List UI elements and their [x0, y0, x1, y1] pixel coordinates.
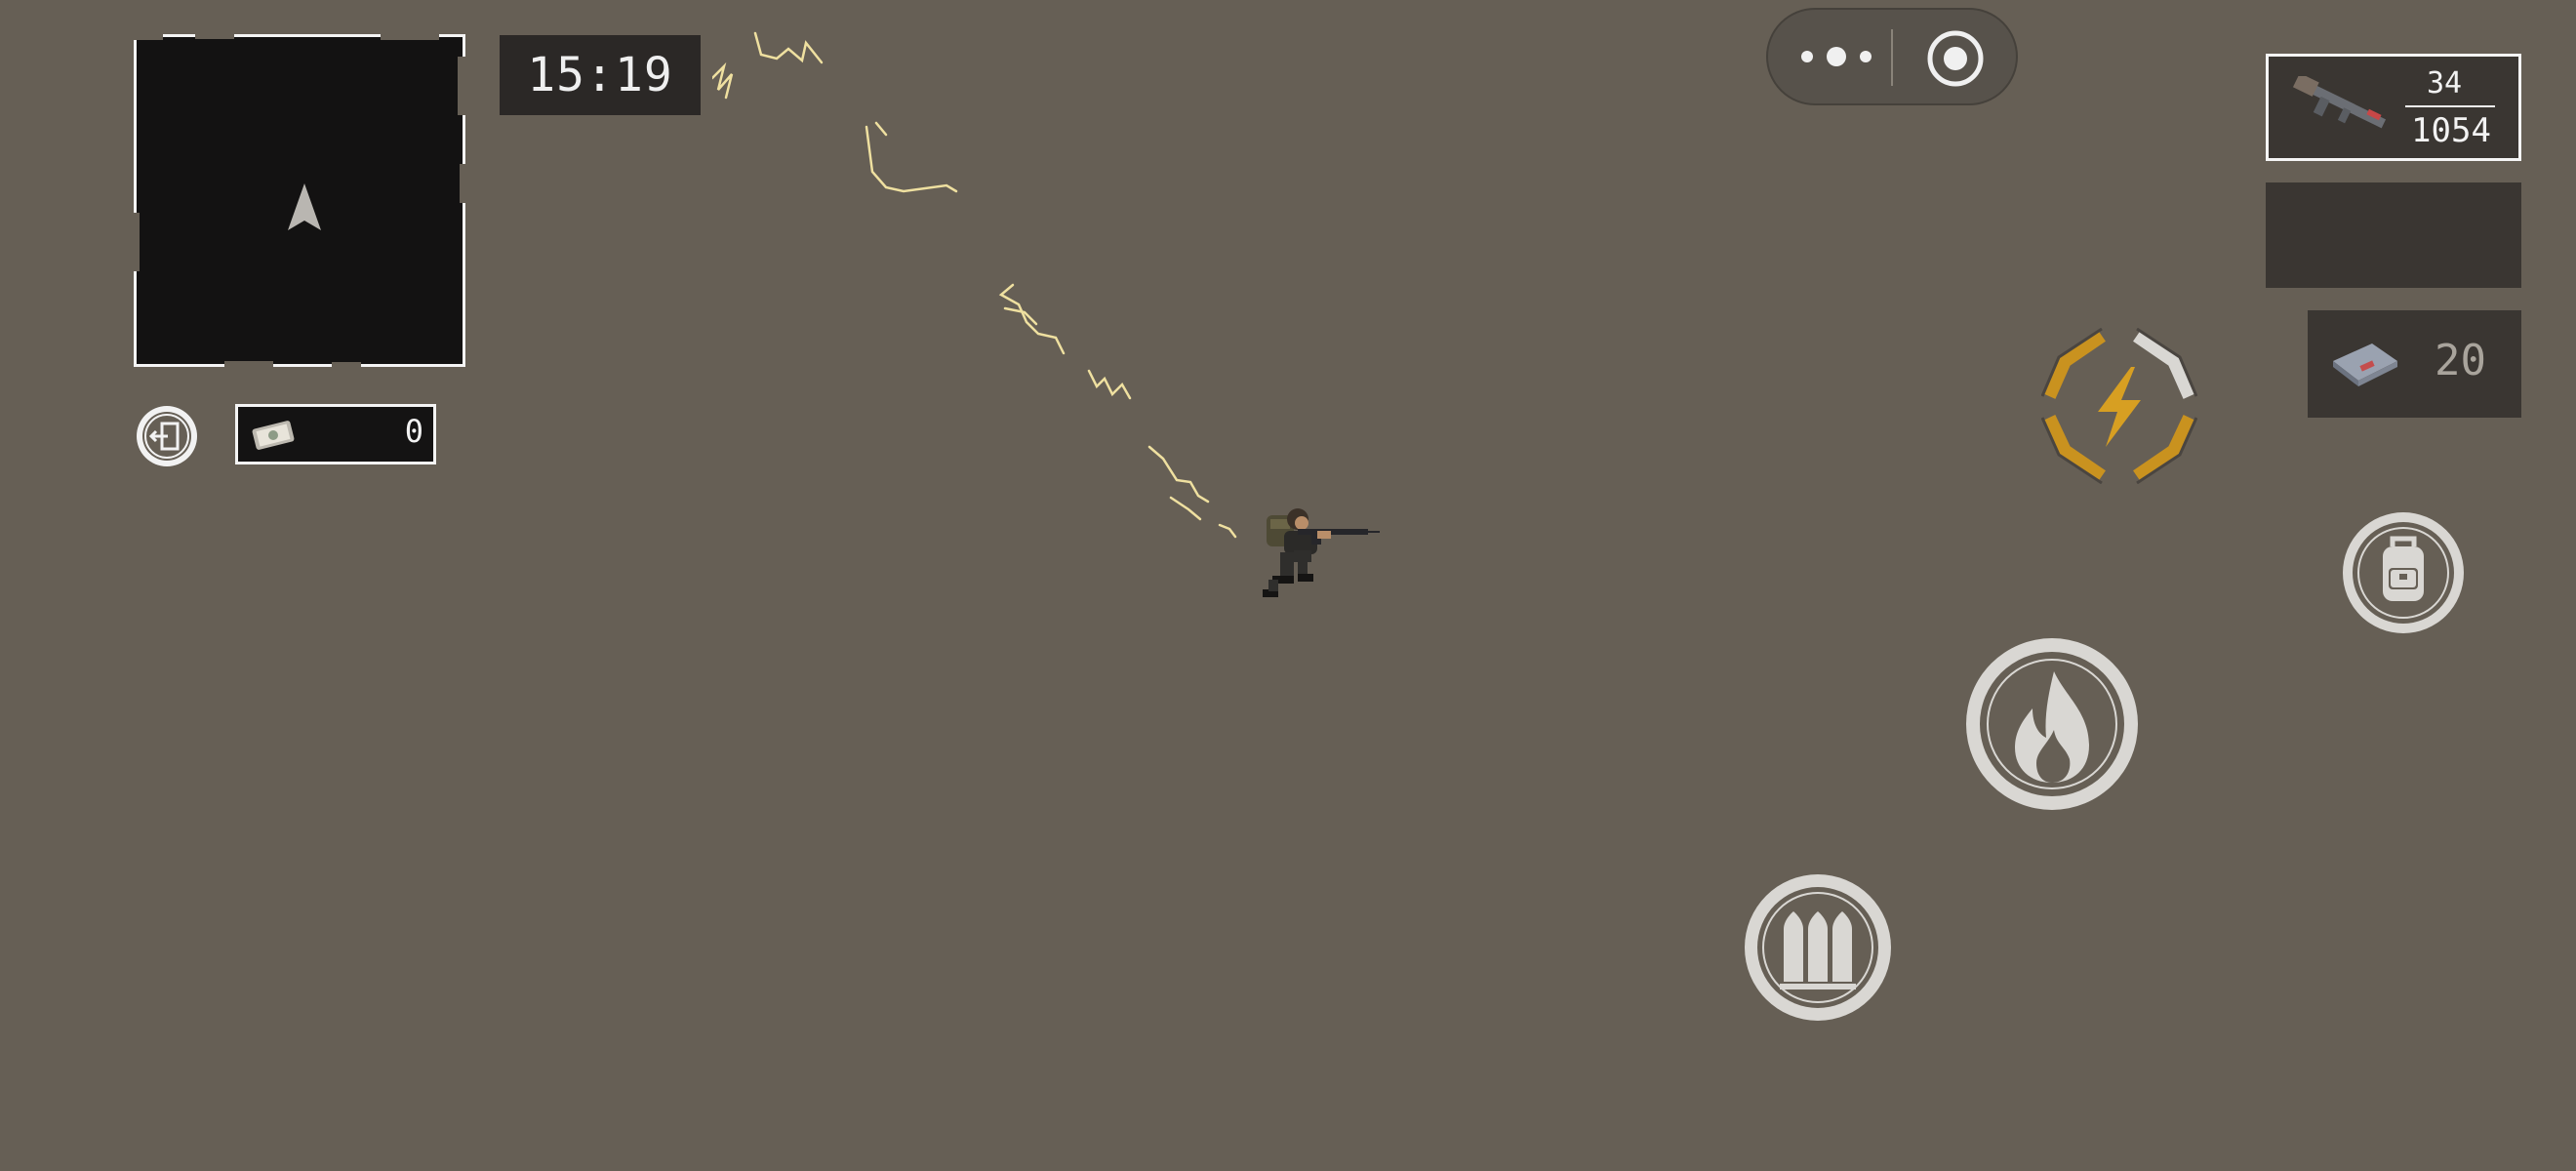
- match-timer: 15:19: [500, 35, 701, 115]
- player-character: [1263, 508, 1380, 597]
- target-circle-icon[interactable]: [1926, 29, 1985, 88]
- item-count: 20: [2435, 336, 2486, 385]
- bullet-trail: [712, 31, 1237, 539]
- ammo-pack-icon: [2333, 343, 2397, 386]
- more-dots-icon[interactable]: [1799, 45, 1873, 68]
- skill-button[interactable]: [2040, 327, 2198, 485]
- assault-rifle-icon: [2292, 76, 2387, 129]
- fire-button[interactable]: [1964, 636, 2140, 812]
- backpack-icon: [2383, 536, 2424, 601]
- reserve-ammo: 1054: [2411, 111, 2491, 150]
- exit-door-icon: [137, 406, 197, 466]
- empty-equipment-slot[interactable]: [2266, 182, 2521, 288]
- player-direction-arrow-icon: [288, 183, 321, 230]
- system-capsule: [1766, 8, 2018, 105]
- reload-button[interactable]: [1743, 872, 1893, 1023]
- lightning-icon: [2098, 367, 2141, 447]
- cash-counter: 0: [235, 404, 436, 464]
- item-slot[interactable]: 20: [2308, 310, 2521, 418]
- minimap[interactable]: [134, 34, 465, 367]
- exit-button[interactable]: [135, 404, 199, 468]
- magazine-ammo: 34: [2426, 66, 2463, 101]
- capsule-divider: [1891, 29, 1893, 86]
- backpack-button[interactable]: [2340, 509, 2467, 636]
- weapon-panel[interactable]: 34 1054: [2266, 54, 2521, 161]
- cash-icon: [252, 421, 295, 450]
- ammo-divider: [2405, 105, 2495, 107]
- bullets-icon: [1780, 911, 1856, 989]
- cash-value: 0: [404, 413, 423, 450]
